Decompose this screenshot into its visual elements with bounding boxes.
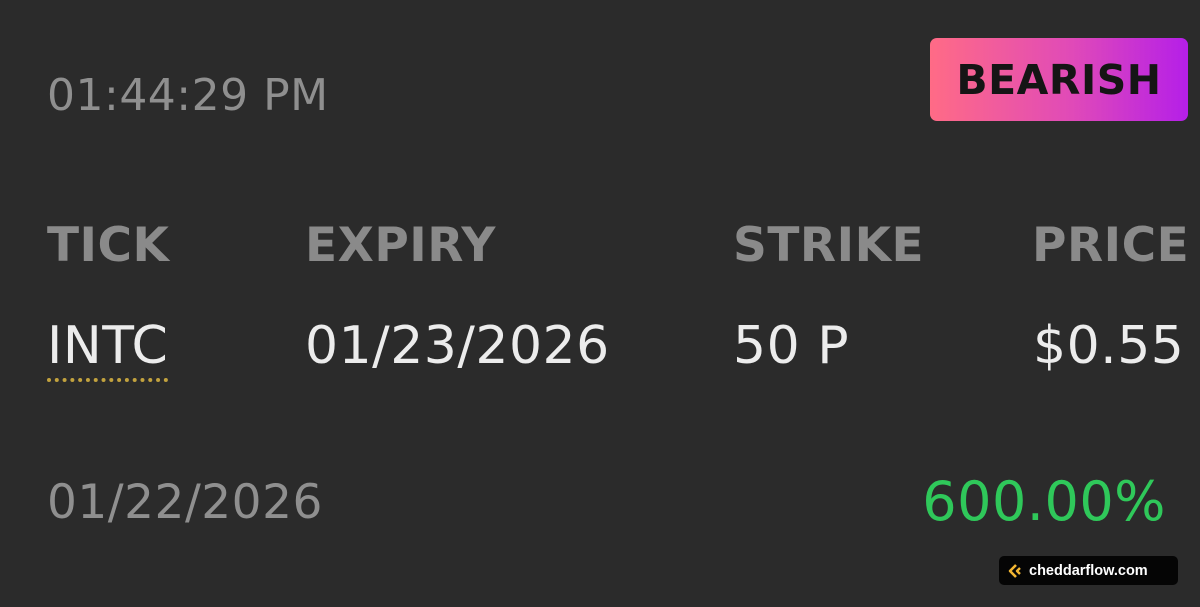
column-header-price: PRICE (1032, 218, 1190, 273)
column-header-tick: TICK (47, 218, 170, 273)
sentiment-label: BEARISH (956, 55, 1162, 104)
column-header-strike: STRIKE (733, 218, 925, 273)
cheddarflow-logo-icon (1008, 563, 1021, 578)
strike-cell: 50 P (733, 316, 850, 376)
options-flow-alert-card: 01:44:29 PM BEARISH TICK EXPIRY STRIKE P… (0, 0, 1200, 607)
price-cell: $0.55 (1033, 316, 1185, 376)
sentiment-badge: BEARISH (930, 38, 1188, 121)
ticker-link[interactable]: INTC (47, 316, 169, 382)
expiry-cell: 01/23/2026 (305, 316, 610, 376)
percent-change: 600.00% (922, 470, 1166, 533)
cheddarflow-watermark: cheddarflow.com (999, 556, 1178, 585)
alert-time: 01:44:29 PM (47, 70, 329, 121)
alert-date: 01/22/2026 (47, 475, 323, 530)
watermark-text: cheddarflow.com (1029, 562, 1148, 579)
ticker-cell[interactable]: INTC (47, 316, 169, 382)
column-header-expiry: EXPIRY (305, 218, 496, 273)
